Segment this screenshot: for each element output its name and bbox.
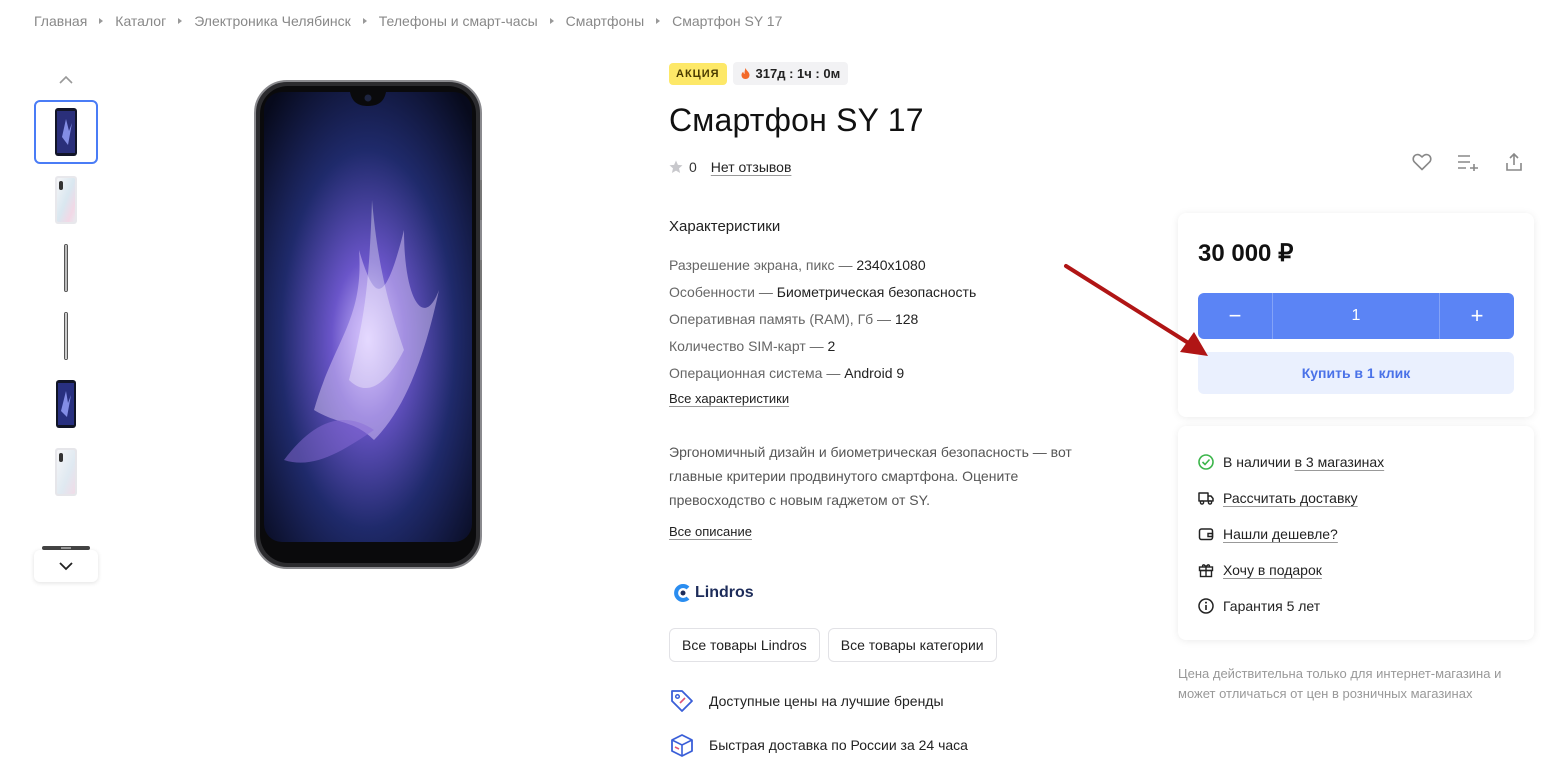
- all-category-products-button[interactable]: Все товары категории: [827, 628, 997, 662]
- spec-row: Количество SIM-карт — 2: [669, 333, 976, 360]
- truck-icon: [1198, 492, 1214, 505]
- spec-row: Оперативная память (RAM), Гб — 128: [669, 306, 976, 333]
- annotation-arrow-icon: [1064, 264, 1208, 356]
- spec-row: Операционная система — Android 9: [669, 360, 976, 387]
- compare-button[interactable]: [1456, 150, 1480, 174]
- breadcrumb-separator: [656, 18, 661, 24]
- found-cheaper-link[interactable]: Нашли дешевле?: [1223, 526, 1338, 542]
- breadcrumb-item-smartphones[interactable]: Смартфоны: [566, 13, 645, 29]
- all-specs-link[interactable]: Все характеристики: [669, 391, 789, 406]
- specs-heading: Характеристики: [669, 218, 781, 235]
- breadcrumb-separator: [549, 18, 554, 24]
- rating: 0 Нет отзывов: [669, 159, 1129, 175]
- all-description-link[interactable]: Все описание: [669, 524, 752, 539]
- thumbnail-6[interactable]: [34, 440, 98, 504]
- breadcrumb-item-electronics[interactable]: Электроника Челябинск: [194, 13, 351, 29]
- thumbnail-scroll-up-button[interactable]: [34, 64, 98, 96]
- share-icon: [1506, 152, 1522, 171]
- feature-item: Доступные цены на лучшие бренды: [669, 688, 968, 714]
- stock-text: В наличии: [1223, 454, 1295, 470]
- price-disclaimer: Цена действительна только для интернет-м…: [1178, 666, 1502, 701]
- heart-icon: [1412, 153, 1432, 171]
- sale-timer: 317д : 1ч : 0м: [732, 62, 849, 85]
- sale-timer-text: 317д : 1ч : 0м: [755, 66, 841, 81]
- sale-badge: АКЦИЯ: [669, 62, 727, 85]
- thumbnail-gallery: [34, 64, 98, 582]
- all-brand-products-button[interactable]: Все товары Lindros: [669, 628, 820, 662]
- thumbnail-4[interactable]: [34, 304, 98, 368]
- price-tag-icon: [671, 690, 693, 712]
- breadcrumb-item-phones[interactable]: Телефоны и смарт-часы: [379, 13, 538, 29]
- product-info: АКЦИЯ 317д : 1ч : 0м Смартфон SY 17 0 Не…: [669, 62, 1129, 757]
- spec-value: Android 9: [844, 365, 905, 381]
- spec-label: Количество SIM-карт —: [669, 338, 828, 354]
- rating-value: 0: [689, 159, 697, 175]
- want-as-gift-link[interactable]: Хочу в подарок: [1223, 562, 1322, 578]
- product-description: Эргономичный дизайн и биометрическая без…: [669, 444, 1072, 508]
- box-icon: [671, 734, 693, 757]
- breadcrumb-item-current: Смартфон SY 17: [672, 13, 783, 29]
- wallet-icon: [1198, 528, 1214, 541]
- chevron-up-icon: [59, 75, 73, 84]
- delivery-row: Рассчитать доставку: [1198, 489, 1534, 507]
- calculate-delivery-link[interactable]: Рассчитать доставку: [1223, 490, 1358, 506]
- price-card: 30 000 ₽ − 1 + Купить в 1 клик: [1178, 213, 1534, 417]
- availability-card: В наличии в 3 магазинах Рассчитать доста…: [1178, 426, 1534, 640]
- warranty-row: Гарантия 5 лет: [1198, 597, 1534, 615]
- fire-icon: [741, 68, 750, 79]
- gift-icon: [1198, 564, 1214, 578]
- specs-list: Разрешение экрана, пикс — 2340x1080 Особ…: [669, 252, 976, 387]
- feature-text: Быстрая доставка по России за 24 часа: [709, 737, 968, 753]
- spec-value: 2: [827, 338, 836, 354]
- info-icon: [1198, 598, 1214, 614]
- quantity-increase-button[interactable]: +: [1440, 293, 1514, 339]
- check-circle-icon: [1198, 454, 1214, 470]
- thumbnail-7[interactable]: [34, 508, 98, 552]
- thumbnail-scroll-down-button[interactable]: [34, 550, 98, 582]
- breadcrumb-item-home[interactable]: Главная: [34, 13, 87, 29]
- spec-label: Особенности —: [669, 284, 777, 300]
- compare-list-icon: [1458, 155, 1478, 171]
- feature-text: Доступные цены на лучшие бренды: [709, 693, 944, 709]
- spec-label: Разрешение экрана, пикс —: [669, 257, 857, 273]
- spec-row: Особенности — Биометрическая безопасност…: [669, 279, 976, 306]
- spec-label: Операционная система —: [669, 365, 845, 381]
- breadcrumb-item-catalog[interactable]: Каталог: [115, 13, 166, 29]
- brand-name: Lindros: [695, 584, 754, 601]
- cheaper-row: Нашли дешевле?: [1198, 525, 1534, 543]
- quantity-input[interactable]: 1: [1272, 293, 1440, 339]
- share-button[interactable]: [1502, 150, 1526, 174]
- stock-stores-link[interactable]: в 3 магазинах: [1295, 454, 1385, 470]
- thumbnail-3[interactable]: [34, 236, 98, 300]
- chevron-down-icon: [59, 562, 73, 571]
- product-main-image[interactable]: [254, 80, 482, 575]
- page-title: Смартфон SY 17: [669, 102, 924, 138]
- favorite-button[interactable]: [1410, 150, 1434, 174]
- star-icon: [669, 160, 683, 173]
- spec-value: Биометрическая безопасность: [776, 284, 977, 300]
- features-list: Доступные цены на лучшие бренды Быстрая …: [669, 688, 968, 774]
- thumbnail-5[interactable]: [34, 372, 98, 436]
- spec-label: Оперативная память (RAM), Гб —: [669, 311, 895, 327]
- feature-item: Быстрая доставка по России за 24 часа: [669, 732, 968, 758]
- brand-logo[interactable]: Lindros: [673, 584, 754, 602]
- buy-one-click-button[interactable]: Купить в 1 клик: [1198, 352, 1514, 394]
- stock-row: В наличии в 3 магазинах: [1198, 453, 1534, 471]
- breadcrumb-separator: [178, 18, 183, 24]
- warranty-text: Гарантия 5 лет: [1223, 598, 1321, 614]
- spec-row: Разрешение экрана, пикс — 2340x1080: [669, 252, 976, 279]
- reviews-link[interactable]: Нет отзывов: [711, 159, 792, 175]
- spec-value: 2340x1080: [856, 257, 926, 273]
- spec-value: 128: [894, 311, 919, 327]
- product-actions: [1410, 150, 1526, 174]
- thumbnail-1[interactable]: [34, 100, 98, 164]
- breadcrumb-separator: [362, 18, 367, 24]
- quantity-stepper: − 1 +: [1198, 293, 1514, 339]
- gift-row: Хочу в подарок: [1198, 561, 1534, 579]
- breadcrumb: Главная Каталог Электроника Челябинск Те…: [34, 13, 782, 29]
- thumbnail-2[interactable]: [34, 168, 98, 232]
- breadcrumb-separator: [99, 18, 104, 24]
- brand-logo-icon: [674, 584, 690, 602]
